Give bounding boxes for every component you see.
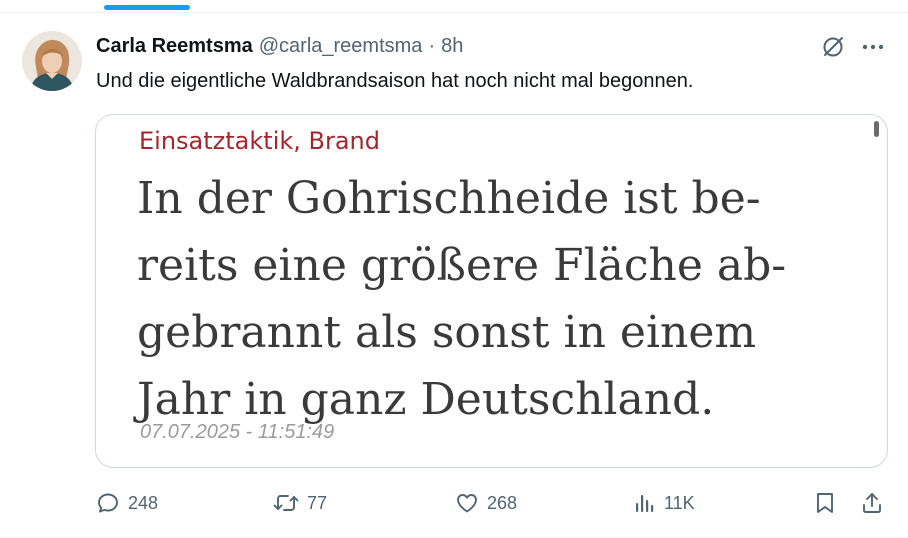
repost-icon xyxy=(273,495,299,511)
avatar-image xyxy=(22,31,82,91)
headline-line: reits eine größere Fläche ab- xyxy=(137,240,787,291)
views-icon xyxy=(636,495,654,512)
grok-icon[interactable] xyxy=(818,32,848,62)
reply-icon xyxy=(98,493,118,513)
repost-button[interactable]: 77 xyxy=(273,488,327,518)
share-button[interactable] xyxy=(860,488,884,518)
article-headline: In der Gohrischheide ist be- reits eine … xyxy=(137,165,857,433)
view-count: 11K xyxy=(664,492,695,513)
media-card[interactable]: Einsatztaktik, Brand In der Gohrischheid… xyxy=(95,114,888,468)
bookmark-button[interactable] xyxy=(814,488,836,518)
headline-line: In der Gohrischheide ist be- xyxy=(137,173,761,224)
reply-count: 248 xyxy=(128,492,159,513)
avatar[interactable] xyxy=(22,31,82,91)
author-name[interactable]: Carla Reemtsma xyxy=(96,35,253,58)
more-icon[interactable] xyxy=(858,32,888,62)
views-button[interactable]: 11K xyxy=(634,488,695,518)
article-date: 07.07.2025 - 11:51:49 xyxy=(140,421,335,443)
separator-dot: · xyxy=(428,34,436,57)
divider xyxy=(0,12,908,13)
share-icon xyxy=(863,493,881,513)
headline-line: gebrannt als sonst in einem xyxy=(137,307,757,358)
reply-button[interactable]: 248 xyxy=(96,488,158,518)
like-button[interactable]: 268 xyxy=(455,488,517,518)
like-count: 268 xyxy=(487,492,518,513)
action-bar: 248 77 268 11K xyxy=(0,488,908,518)
like-icon xyxy=(457,494,477,513)
timestamp[interactable]: 8h xyxy=(441,35,463,58)
bookmark-icon xyxy=(817,493,833,513)
author-handle[interactable]: @carla_reemtsma xyxy=(259,35,423,58)
repost-count: 77 xyxy=(307,492,328,513)
tweet-text: Und die eigentliche Waldbrandsaison hat … xyxy=(96,70,694,92)
tweet-header: Carla Reemtsma @carla_reemtsma · 8h xyxy=(96,33,463,59)
article-category: Einsatztaktik, Brand xyxy=(139,127,380,155)
scrollbar-thumb xyxy=(874,121,879,137)
tab-active-indicator xyxy=(104,5,190,10)
